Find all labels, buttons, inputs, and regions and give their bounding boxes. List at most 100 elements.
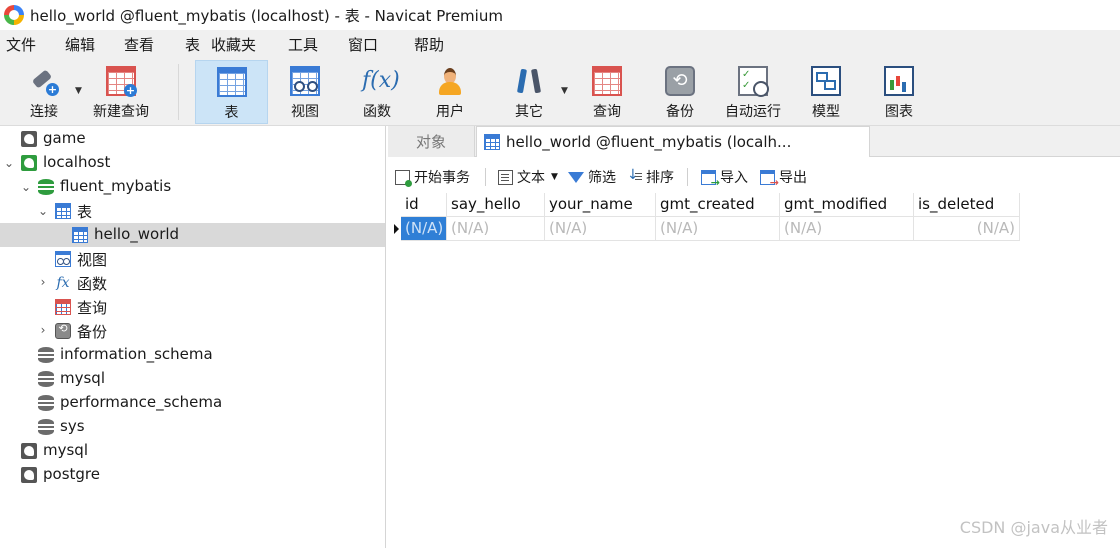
menu-file[interactable]: 文件 <box>6 34 36 55</box>
backup-icon <box>665 66 695 96</box>
chart-label: 图表 <box>885 104 913 120</box>
lens-icon <box>307 81 318 92</box>
tree-node-localhost[interactable]: ⌄ localhost <box>0 151 385 175</box>
grid-cell-gmt-modified[interactable]: (N/A) <box>780 217 914 241</box>
tree-node-sys[interactable]: sys <box>0 415 385 439</box>
function-icon: fx <box>56 275 70 291</box>
window-title: hello_world @fluent_mybatis (localhost) … <box>30 6 503 25</box>
chevron-down-icon[interactable]: ⌄ <box>20 181 32 193</box>
function-icon: f(x) <box>362 68 400 93</box>
tree-node-fluent-mybatis[interactable]: ⌄ fluent_mybatis <box>0 175 385 199</box>
grid-cell-say-hello[interactable]: (N/A) <box>447 217 545 241</box>
table-icon <box>55 203 71 219</box>
tree-node-label: game <box>43 129 86 147</box>
chart-button[interactable]: 图表 <box>873 60 925 124</box>
column-header-is-deleted[interactable]: is_deleted <box>914 193 1020 217</box>
backup-button[interactable]: 备份 <box>654 60 706 124</box>
query-icon <box>592 66 622 96</box>
column-header-gmt-created[interactable]: gmt_created <box>656 193 780 217</box>
function-button[interactable]: f(x) 函数 <box>351 60 403 124</box>
view-icon <box>290 66 320 96</box>
database-icon <box>38 395 54 411</box>
main-toolbar: 连接 ▼ 新建查询 表 视图 f(x) 函数 用户 <box>0 58 1120 126</box>
chevron-down-icon[interactable]: ⌄ <box>3 157 15 169</box>
tree-node-backups[interactable]: › 备份 <box>0 319 385 343</box>
other-label: 其它 <box>515 104 543 120</box>
connect-dropdown-arrow-icon[interactable]: ▼ <box>75 86 82 96</box>
new-query-label: 新建查询 <box>93 104 149 120</box>
grid-cell-your-name[interactable]: (N/A) <box>545 217 656 241</box>
schedule-label: 自动运行 <box>725 104 781 120</box>
filter-button[interactable]: 筛选 <box>568 168 616 186</box>
begin-transaction-button[interactable]: 开始事务 <box>395 168 470 187</box>
chevron-right-icon[interactable]: › <box>37 276 49 288</box>
tree-node-postgre[interactable]: postgre <box>0 463 385 487</box>
tree-node-mysql-db[interactable]: mysql <box>0 367 385 391</box>
grid-cell-gmt-created[interactable]: (N/A) <box>656 217 780 241</box>
new-query-button[interactable]: 新建查询 <box>88 60 154 124</box>
current-row-indicator-icon <box>390 217 401 241</box>
menu-window[interactable]: 窗口 <box>348 34 378 55</box>
tree-node-label: 表 <box>77 203 93 221</box>
menu-help[interactable]: 帮助 <box>414 34 444 55</box>
tree-node-label: hello_world <box>94 225 180 243</box>
schedule-button[interactable]: 自动运行 <box>722 60 784 124</box>
view-label: 视图 <box>291 104 319 120</box>
menu-table[interactable]: 表 <box>185 34 200 55</box>
tree-node-game[interactable]: game <box>0 127 385 151</box>
export-button[interactable]: 导出 <box>760 168 807 189</box>
user-icon <box>435 66 465 96</box>
other-dropdown-arrow-icon[interactable]: ▼ <box>561 86 568 96</box>
backup-icon <box>55 322 71 339</box>
column-header-gmt-modified[interactable]: gmt_modified <box>780 193 914 217</box>
other-button[interactable]: 其它 <box>503 60 555 124</box>
column-header-say-hello[interactable]: say_hello <box>447 193 545 217</box>
tab-hello-world[interactable]: hello_world @fluent_mybatis (localh... <box>476 126 870 157</box>
tree-node-tables[interactable]: ⌄ 表 <box>0 199 385 223</box>
connect-label: 连接 <box>30 104 58 120</box>
connect-button[interactable]: 连接 <box>14 60 74 124</box>
editor-tab-bar: 对象 hello_world @fluent_mybatis (localh..… <box>388 126 1120 157</box>
tree-node-queries[interactable]: 查询 <box>0 295 385 319</box>
import-icon <box>701 169 720 189</box>
user-button[interactable]: 用户 <box>424 60 476 124</box>
sort-label: 排序 <box>646 170 674 186</box>
text-button[interactable]: 文本 ▼ <box>498 168 558 186</box>
function-label: 函数 <box>363 104 391 120</box>
import-button[interactable]: 导入 <box>701 168 748 189</box>
tree-node-views[interactable]: 视图 <box>0 247 385 271</box>
text-dropdown-arrow-icon[interactable]: ▼ <box>551 172 558 182</box>
menu-favorites[interactable]: 收藏夹 <box>211 34 256 55</box>
query-icon <box>55 299 71 315</box>
column-header-your-name[interactable]: your_name <box>545 193 656 217</box>
chevron-right-icon[interactable]: › <box>37 324 49 336</box>
grid-cell-is-deleted[interactable]: (N/A) <box>914 217 1020 241</box>
tree-node-label: information_schema <box>60 345 213 363</box>
sort-button[interactable]: 排序 <box>627 167 674 187</box>
model-label: 模型 <box>812 104 840 120</box>
toolbar-separator <box>687 168 688 186</box>
menu-bar: 文件 编辑 查看 表 收藏夹 工具 窗口 帮助 <box>0 30 1120 58</box>
menu-edit[interactable]: 编辑 <box>65 34 95 55</box>
model-button[interactable]: 模型 <box>800 60 852 124</box>
navicat-window: hello_world @fluent_mybatis (localhost) … <box>0 0 1120 548</box>
table-icon <box>484 134 500 150</box>
connection-icon <box>21 155 37 171</box>
view-button[interactable]: 视图 <box>279 60 331 124</box>
menu-tools[interactable]: 工具 <box>288 34 318 55</box>
tree-node-hello-world[interactable]: hello_world <box>0 223 385 247</box>
column-header-id[interactable]: id <box>401 193 447 217</box>
query-button[interactable]: 查询 <box>581 60 633 124</box>
tree-node-information-schema[interactable]: information_schema <box>0 343 385 367</box>
tree-node-label: 函数 <box>77 275 108 293</box>
tree-node-performance-schema[interactable]: performance_schema <box>0 391 385 415</box>
tree-node-label: sys <box>60 417 85 435</box>
chevron-down-icon[interactable]: ⌄ <box>37 205 49 217</box>
tree-node-mysql-connection[interactable]: mysql <box>0 439 385 463</box>
menu-view[interactable]: 查看 <box>124 34 154 55</box>
table-button[interactable]: 表 <box>195 60 268 124</box>
grid-cell-id[interactable]: (N/A) <box>401 217 447 241</box>
tree-node-functions[interactable]: › fx 函数 <box>0 271 385 295</box>
tab-objects[interactable]: 对象 <box>388 126 475 157</box>
tree-node-label: 视图 <box>77 251 108 269</box>
